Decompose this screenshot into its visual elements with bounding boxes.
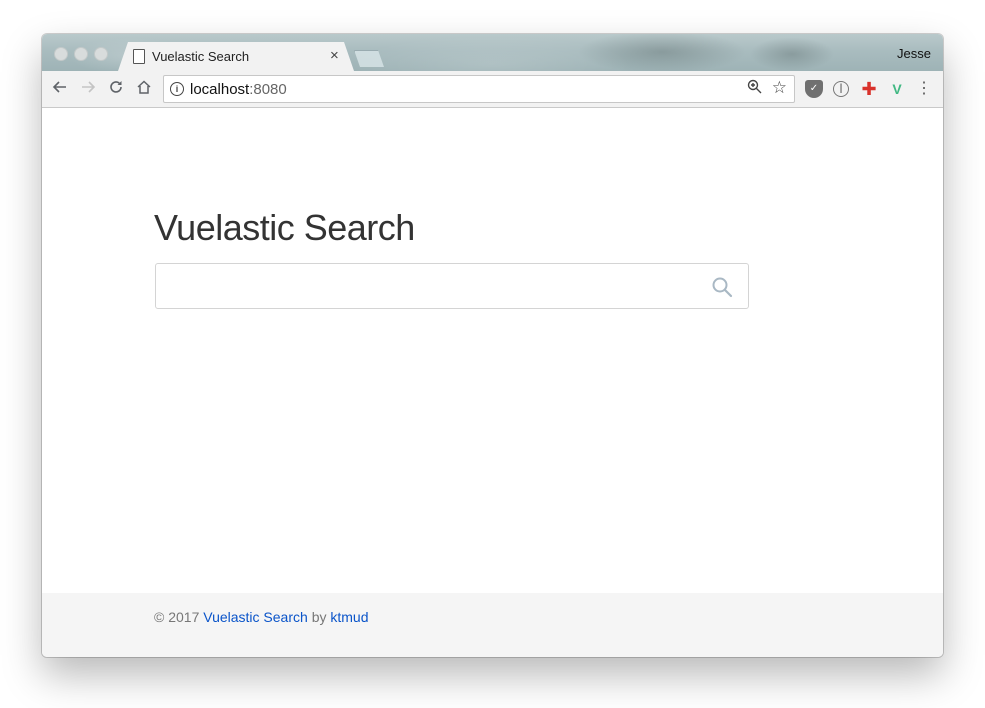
document-icon — [133, 49, 145, 64]
browser-window: Vuelastic Search × Jesse i localhost:808… — [42, 34, 943, 657]
by-text: by — [311, 609, 327, 625]
info-icon[interactable]: i — [170, 82, 184, 96]
search-input[interactable] — [166, 270, 690, 302]
zoom-icon[interactable] — [747, 79, 762, 98]
search-box — [155, 263, 749, 309]
close-window-button[interactable] — [54, 47, 68, 61]
medical-cross-icon[interactable]: ✚ — [860, 80, 878, 98]
bookmark-star-icon[interactable]: ☆ — [772, 78, 787, 98]
reload-icon[interactable] — [106, 79, 126, 99]
profile-button[interactable]: Jesse — [897, 46, 931, 61]
search-icon[interactable] — [711, 276, 733, 298]
vue-devtools-icon[interactable]: V — [888, 80, 906, 98]
url-host: localhost — [190, 81, 250, 98]
project-link[interactable]: Vuelastic Search — [203, 609, 308, 625]
page-title: Vuelastic Search — [154, 207, 415, 248]
page-content: Vuelastic Search — [42, 108, 943, 593]
address-bar[interactable]: i localhost:8080 ☆ — [163, 75, 795, 103]
footer: © 2017 Vuelastic Search by ktmud — [42, 593, 943, 657]
zoom-window-button[interactable] — [94, 47, 108, 61]
url-text: localhost:8080 — [190, 81, 287, 98]
footer-text: © 2017 Vuelastic Search by ktmud — [154, 609, 369, 625]
url-port: :8080 — [249, 81, 287, 98]
titlebar: Vuelastic Search × Jesse — [42, 34, 943, 71]
vertical-dots-menu-icon[interactable]: ⋮ — [915, 80, 933, 98]
browser-toolbar: i localhost:8080 ☆ ✓ | ✚ V ⋮ — [42, 71, 943, 108]
minimize-window-button[interactable] — [74, 47, 88, 61]
tab-title: Vuelastic Search — [152, 49, 250, 64]
1password-icon[interactable]: | — [833, 81, 849, 97]
author-link[interactable]: ktmud — [330, 609, 368, 625]
close-tab-icon[interactable]: × — [330, 47, 339, 64]
tab-vuelastic-search[interactable]: Vuelastic Search × — [118, 42, 354, 71]
back-arrow-icon[interactable] — [50, 79, 70, 99]
forward-arrow-icon[interactable] — [78, 79, 98, 99]
home-icon[interactable] — [134, 79, 154, 99]
pocket-icon[interactable]: ✓ — [805, 80, 823, 98]
copyright-text: © 2017 — [154, 609, 200, 625]
